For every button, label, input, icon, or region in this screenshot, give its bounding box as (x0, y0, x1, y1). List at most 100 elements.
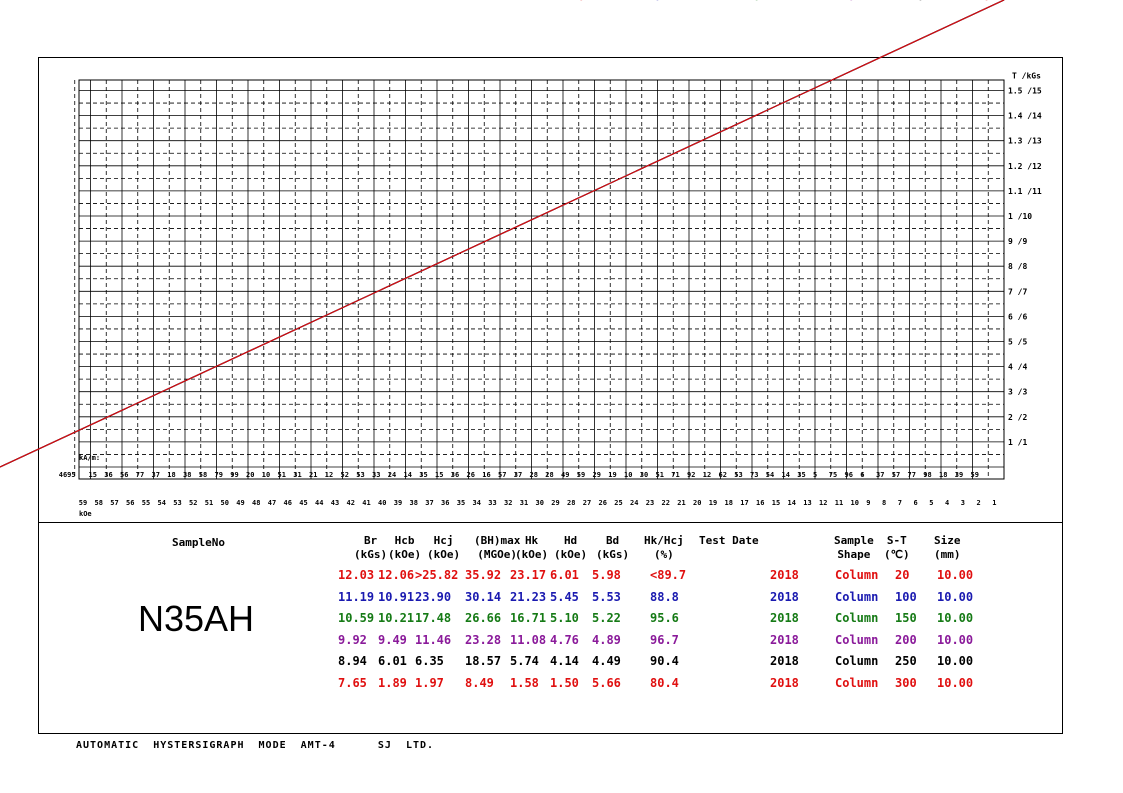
y-tick-label: 3 /3 (1008, 388, 1027, 397)
x-tick-label-kam: 75 (829, 471, 837, 479)
y-tick-label: 1.5 /15 (1008, 87, 1042, 96)
table-cell: 4.76 (550, 632, 579, 647)
table-cell: 5.74 (510, 654, 539, 668)
x-tick-label-kam: 28 (530, 471, 538, 479)
header-line-2: (kOe) (515, 548, 549, 561)
header-line-1: Hcj (433, 534, 454, 547)
table-cell: 5.98 (592, 568, 621, 582)
x-tick-label-koe: 44 (315, 499, 323, 507)
x-tick-label-koe: 14 (788, 499, 796, 507)
y-tick-label: 8 /8 (1008, 262, 1027, 271)
table-header: S-T (℃) (884, 534, 910, 562)
table-cell: 1.89 (378, 675, 407, 690)
x-tick-label-kam: 51 (656, 471, 664, 479)
x-tick-label-koe: 25 (614, 499, 622, 507)
table-cell: 2018 (770, 611, 799, 625)
header-line-2: (mm) (934, 548, 961, 561)
table-header: Size (mm) (934, 534, 961, 562)
y-tick-label: 7 /7 (1008, 287, 1027, 296)
series-label: 20℃ (563, 0, 584, 3)
table-cell: 21.23 (510, 589, 547, 604)
x-tick-label-kam: 12 (325, 471, 333, 479)
series-label: 200℃ (828, 0, 854, 3)
table-cell: 26.66 (465, 611, 502, 625)
x-tick-label-koe: 26 (599, 499, 607, 507)
table-cell: 2018 (770, 632, 799, 647)
table-cell: 10.21 (378, 611, 415, 625)
x-tick-label-kam: 39 (955, 471, 963, 479)
y-tick-label: 1.2 /12 (1008, 162, 1042, 171)
demagnetization-chart: 1 /1 2 /2 3 /3 4 /4 5 /5 6 /6 7 /7 8 /8 9 /9 1 /1… (0, 0, 1042, 518)
x-tick-label-koe: 20 (693, 499, 701, 507)
x-tick-label-koe: 40 (378, 499, 386, 507)
x-tick-label-kam: 31 (293, 471, 301, 479)
table-cell: Column (835, 589, 879, 604)
x-tick-label-koe: 9 (866, 499, 870, 507)
x-tick-label-koe: 11 (835, 499, 843, 507)
normal-curve (0, 0, 1005, 468)
header-line-2: (kOe) (427, 548, 461, 561)
x-tick-label-kam: 56 (120, 471, 128, 479)
sample-no-label: SampleNo (172, 536, 225, 549)
series-label: 300℃ (963, 0, 989, 3)
x-tick-label-koe: 45 (299, 499, 307, 507)
x-tick-label-kam: 79 (215, 471, 223, 479)
x-tick-label-koe: 47 (268, 499, 276, 507)
y-tick-label: 2 /2 (1008, 413, 1027, 422)
x-tick-label-koe: 1 (992, 499, 996, 507)
table-cell: 11.19 (338, 589, 375, 604)
x-tick-label-koe: 5 (929, 499, 933, 507)
x-tick-label-kam: 4695 (59, 471, 76, 479)
x-tick-label-koe: 41 (362, 499, 370, 507)
x-tick-label-kam: 5 (813, 471, 817, 479)
x-tick-label-koe: 23 (646, 499, 654, 507)
table-cell: 10.00 (937, 589, 974, 604)
x-tick-label-koe: 58 (95, 499, 103, 507)
x-tick-label-kam: 19 (608, 471, 616, 479)
table-header: Test Date (699, 534, 759, 548)
table-header: Hk/Hcj (%) (644, 534, 684, 562)
header-line-2: (℃) (884, 548, 910, 561)
plot-border (78, 79, 1005, 480)
x-tick-label-koe: 49 (236, 499, 244, 507)
table-cell: 9.49 (378, 632, 407, 647)
y-tick-label: 1 /1 (1008, 438, 1027, 447)
x-tick-label-koe: 38 (410, 499, 418, 507)
x-tick-label-koe: 7 (898, 499, 902, 507)
x-tick-label-koe: 50 (221, 499, 229, 507)
x-tick-label-kam: 14 (782, 471, 790, 479)
table-cell: 96.7 (650, 632, 679, 647)
table-cell: Column (835, 632, 879, 647)
x-tick-label-koe: 4 (945, 499, 949, 507)
table-cell: 5.66 (592, 675, 621, 690)
table-cell: 10.91 (378, 589, 415, 604)
x-tick-label-koe: 8 (882, 499, 886, 507)
x-tick-label-koe: 13 (803, 499, 811, 507)
x-tick-label-kam: 12 (703, 471, 711, 479)
x-tick-label-kam: 57 (892, 471, 900, 479)
table-cell: 95.6 (650, 611, 679, 625)
table-cell: 12.03 (338, 568, 375, 582)
table-cell: 1.58 (510, 675, 539, 690)
table-cell: 100 (895, 589, 917, 604)
x-tick-label-kam: 53 (734, 471, 742, 479)
x-tick-label-kam: 10 (262, 471, 270, 479)
y-tick-label: 9 /9 (1008, 237, 1027, 246)
table-header: Br (kGs) (354, 534, 387, 562)
table-cell: 23.17 (510, 568, 547, 582)
table-cell: Column (835, 675, 879, 690)
x-tick-label-kam: 99 (230, 471, 238, 479)
table-cell: 23.90 (415, 589, 452, 604)
x-tick-label-kam: 38 (183, 471, 191, 479)
header-line-1: Sample (834, 534, 874, 547)
table-cell: 1.97 (415, 675, 444, 690)
table-cell: <89.7 (650, 568, 687, 582)
x-tick-label-koe: 57 (110, 499, 118, 507)
series-label: 100℃ (634, 0, 660, 3)
x-tick-label-koe: 22 (662, 499, 670, 507)
table-cell: 16.71 (510, 611, 547, 625)
header-line-1: Br (363, 534, 378, 547)
table-cell: 2018 (770, 568, 799, 582)
x-tick-label-koe: 36 (441, 499, 449, 507)
table-cell: 6.01 (550, 568, 579, 582)
